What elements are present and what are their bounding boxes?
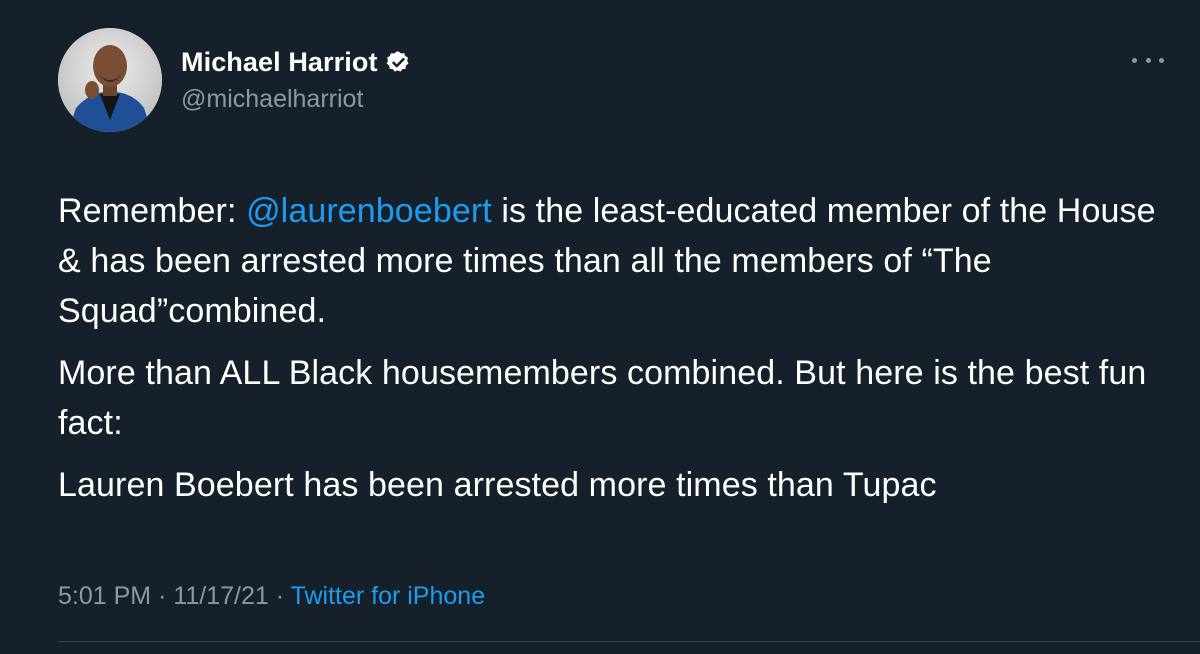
tweet: Michael Harriot @michaelharriot Remember… bbox=[0, 0, 1200, 654]
tweet-paragraph-2: More than ALL Black housemembers combine… bbox=[58, 354, 1147, 442]
avatar-image bbox=[58, 28, 162, 132]
tweet-source-link[interactable]: Twitter for iPhone bbox=[291, 582, 486, 610]
verified-badge-icon bbox=[386, 50, 411, 75]
author-display-name[interactable]: Michael Harriot bbox=[181, 46, 378, 78]
tweet-date[interactable]: 11/17/21 bbox=[173, 582, 268, 610]
more-dot bbox=[1132, 57, 1137, 63]
author-name-row[interactable]: Michael Harriot bbox=[181, 46, 411, 78]
tweet-text-prefix: Remember: bbox=[58, 192, 247, 230]
avatar[interactable] bbox=[58, 28, 162, 132]
tweet-metadata: 5:01 PM · 11/17/21 · Twitter for iPhone bbox=[58, 580, 485, 612]
tweet-paragraph-3: Lauren Boebert has been arrested more ti… bbox=[58, 466, 937, 504]
author-handle[interactable]: @michaelharriot bbox=[181, 84, 363, 114]
more-dot bbox=[1159, 57, 1164, 63]
divider bbox=[58, 641, 1200, 642]
meta-separator: · bbox=[268, 582, 291, 610]
mention-link[interactable]: @laurenboebert bbox=[246, 192, 492, 230]
meta-separator: · bbox=[151, 582, 174, 610]
tweet-time[interactable]: 5:01 PM bbox=[58, 582, 151, 610]
more-dot bbox=[1145, 57, 1151, 63]
tweet-text: Remember: @laurenboebert is the least-ed… bbox=[58, 186, 1178, 510]
more-options-icon[interactable] bbox=[1132, 50, 1164, 70]
tweet-paragraph-1: Remember: @laurenboebert is the least-ed… bbox=[58, 186, 1178, 336]
